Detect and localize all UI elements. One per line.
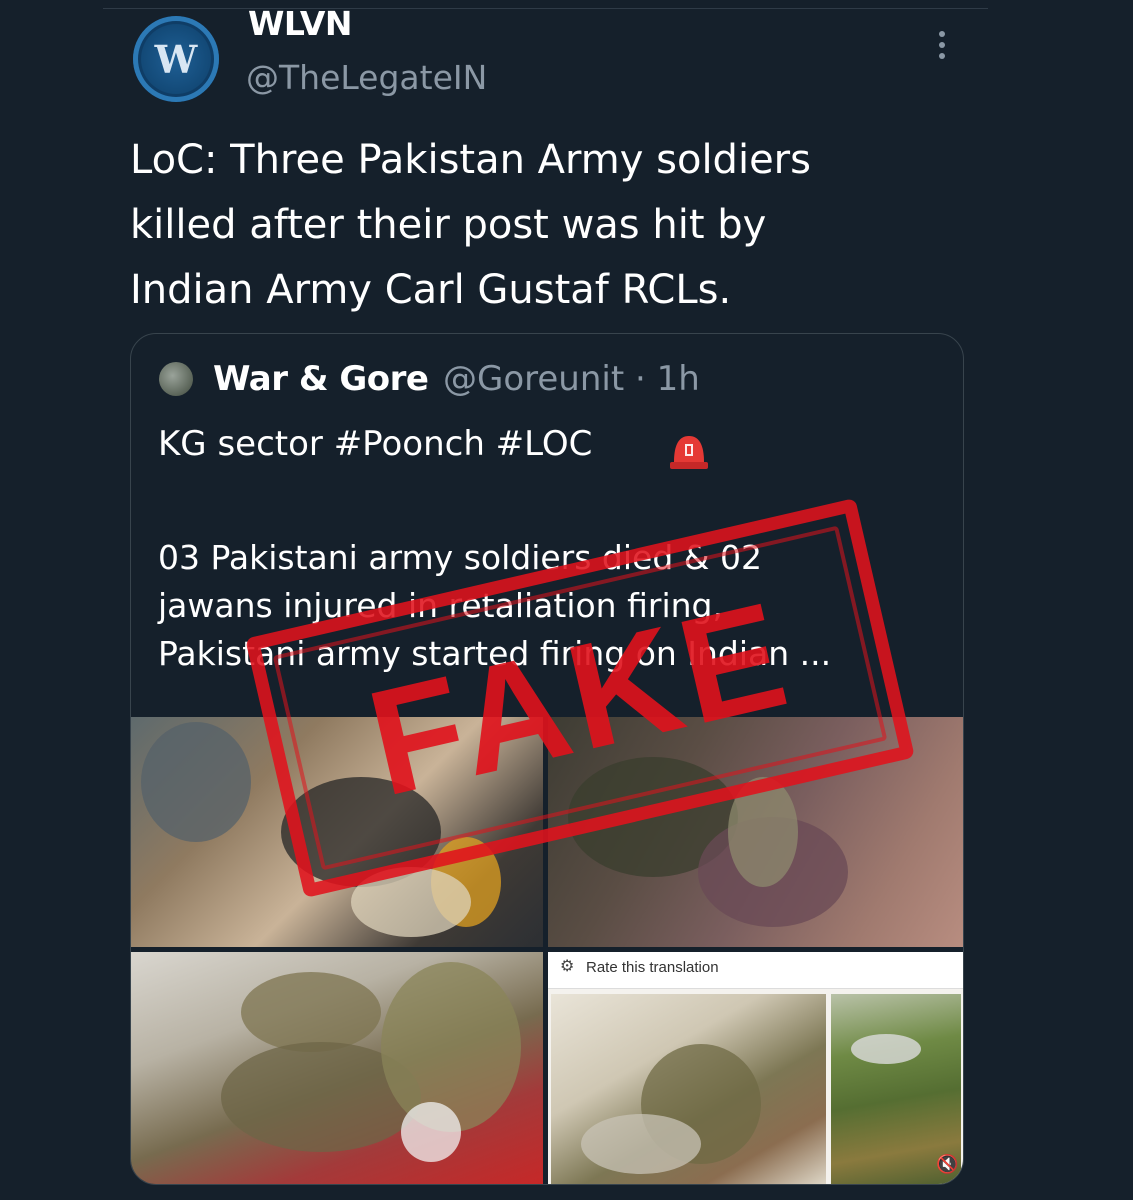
tweet-text: LoC: Three Pakistan Army soldiers killed… [130,137,811,313]
avatar-letter: W [154,36,198,82]
author-name[interactable]: WLVN [248,4,353,43]
quoted-tweet-card[interactable]: War & Gore @Goreunit · 1h KG sector #Poo… [130,333,964,1185]
more-options-icon[interactable] [930,28,954,64]
quoted-text-body: 03 Pakistani army soldiers died & 02 jaw… [158,538,832,673]
translate-label: Rate this translation [586,959,719,976]
quoted-text-line1: KG sector #Poonch #LOC [158,424,593,464]
quoted-author-name[interactable]: War & Gore [213,359,429,399]
police-siren-icon [670,436,708,469]
media-photo-3[interactable] [131,952,543,1184]
media-photo-4[interactable]: ⚙ Rate this translation 🔇 [548,952,963,1184]
media-photo-1[interactable] [131,717,543,947]
author-handle[interactable]: @TheLegateIN [246,58,487,97]
mute-icon[interactable]: 🔇 [936,1154,958,1175]
translation-bar[interactable]: ⚙ Rate this translation [548,952,963,989]
quoted-author-avatar[interactable] [159,362,193,396]
top-divider [103,8,988,9]
gear-icon: ⚙ [560,956,575,975]
hospital-photo [551,994,826,1184]
media-photo-2[interactable] [548,717,963,947]
author-avatar[interactable]: W [133,16,219,102]
media-grid[interactable]: ⚙ Rate this translation 🔇 [131,717,963,1184]
quoted-author-meta: @Goreunit · 1h [443,359,700,399]
